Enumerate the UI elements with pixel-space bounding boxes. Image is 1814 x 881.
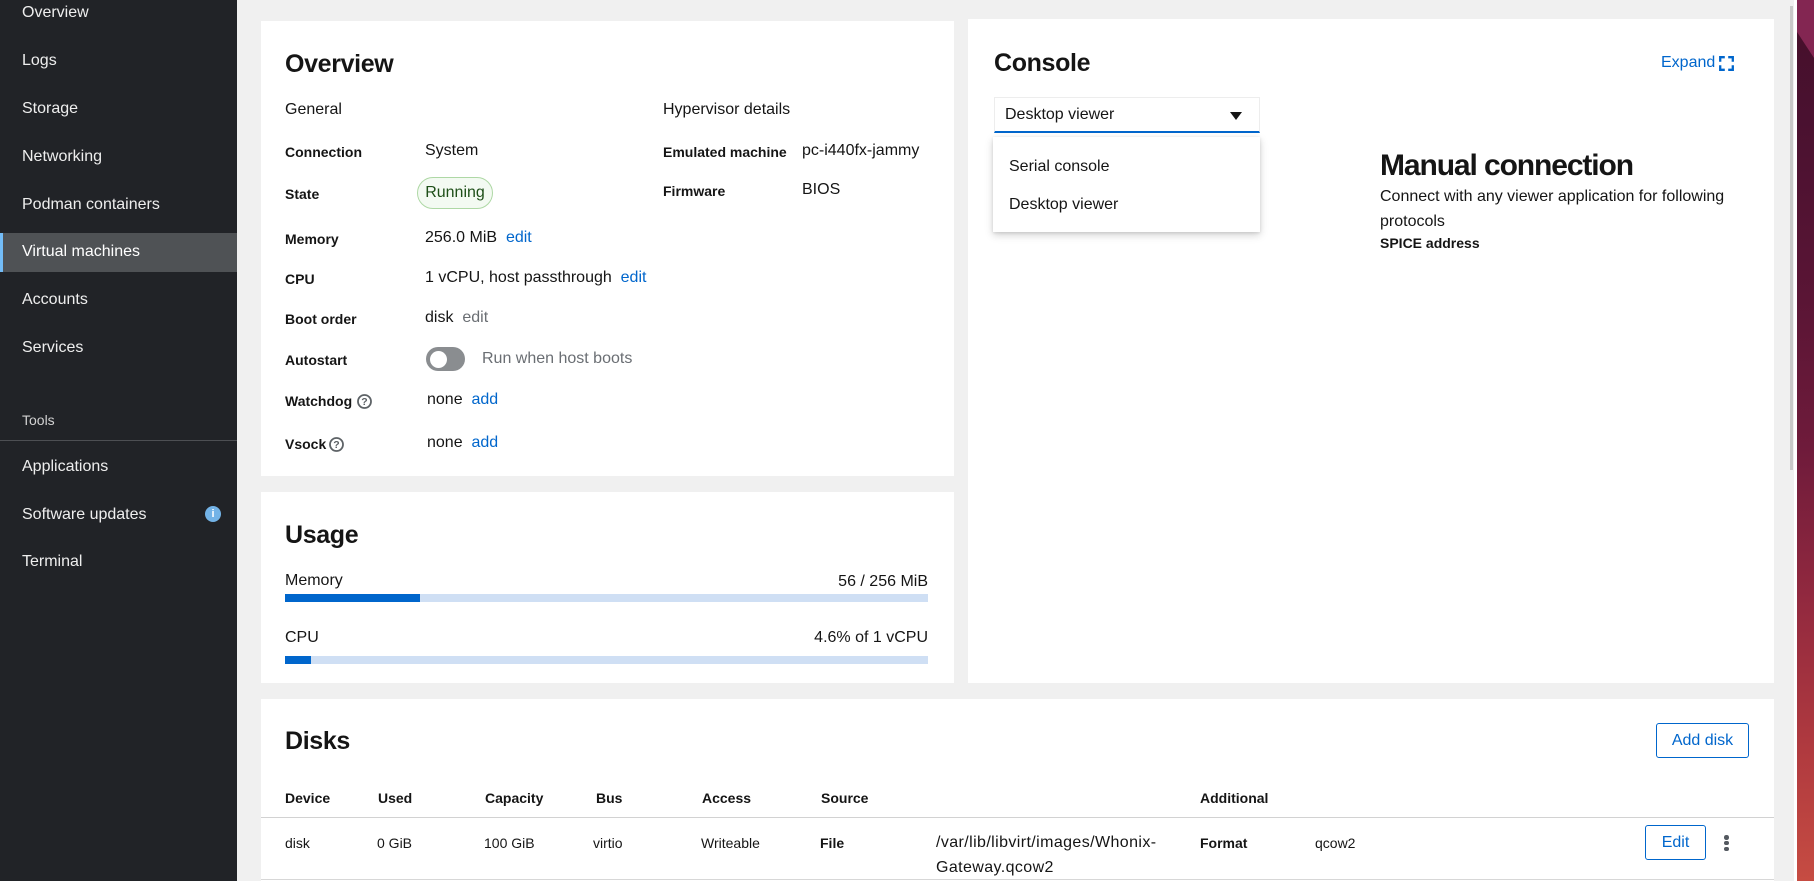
svg-text:?: ? (361, 396, 367, 408)
svg-text:?: ? (333, 439, 339, 451)
